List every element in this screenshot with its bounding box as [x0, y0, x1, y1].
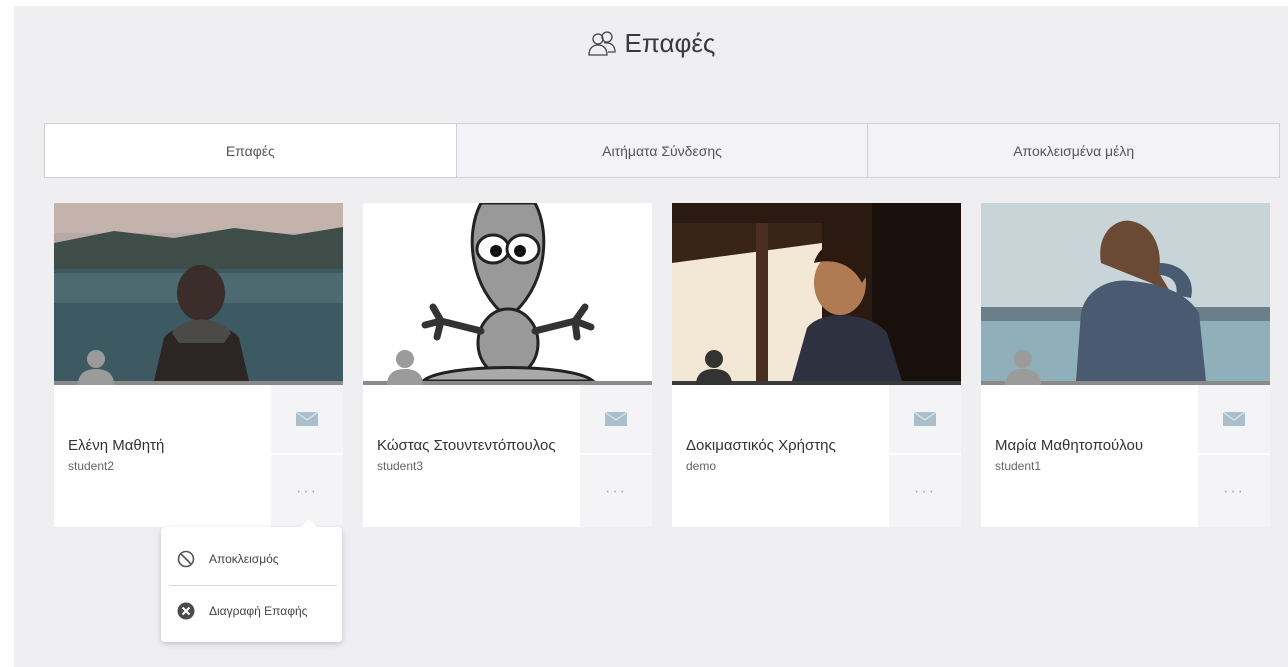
- contact-card: Μαρία Μαθητοπούλου student1 ···: [981, 203, 1270, 527]
- contact-info: Κώστας Στουντεντόπουλος student3: [363, 385, 580, 527]
- send-message-button[interactable]: [889, 385, 961, 455]
- contact-card: Κώστας Στουντεντόπουλος student3 ···: [363, 203, 652, 527]
- page-header: Επαφές: [14, 28, 1288, 59]
- contact-username: demo: [686, 459, 717, 473]
- delete-contact-label: Διαγραφή Επαφής: [209, 604, 308, 618]
- tab-bar: Επαφές Αιτήματα Σύνδεσης Αποκλεισμένα μέ…: [44, 123, 1280, 178]
- more-options-button[interactable]: ···: [580, 457, 652, 527]
- delete-contact-item[interactable]: Διαγραφή Επαφής: [161, 585, 342, 637]
- block-contact-label: Αποκλεισμός: [209, 552, 279, 566]
- page-title: Επαφές: [624, 28, 716, 58]
- block-contact-item[interactable]: Αποκλεισμός: [161, 533, 342, 585]
- contact-name[interactable]: Ελένη Μαθητή: [68, 437, 164, 454]
- avatar-icon: [78, 350, 114, 385]
- contact-info: Ελένη Μαθητή student2: [54, 385, 271, 527]
- contact-name[interactable]: Δοκιμαστικός Χρήστης: [686, 437, 836, 454]
- remove-circle-icon: [177, 602, 195, 620]
- avatar-icon: [696, 350, 732, 385]
- envelope-icon: [1223, 412, 1245, 426]
- tab-contacts[interactable]: Επαφές: [45, 124, 457, 177]
- contact-cards: Ελένη Μαθητή student2 ··· Κώστας Στουντε…: [40, 203, 1270, 533]
- tab-connection-requests[interactable]: Αιτήματα Σύνδεσης: [457, 124, 869, 177]
- avatar-icon: [387, 350, 423, 385]
- contact-username: student3: [377, 459, 424, 473]
- avatar-icon: [1005, 350, 1041, 385]
- send-message-button[interactable]: [580, 385, 652, 455]
- send-message-button[interactable]: [1198, 385, 1270, 455]
- contact-actions: ···: [271, 385, 343, 527]
- tab-blocked-members[interactable]: Αποκλεισμένα μέλη: [868, 124, 1279, 177]
- contact-actions: ···: [580, 385, 652, 527]
- envelope-icon: [605, 412, 627, 426]
- contact-actions: ···: [889, 385, 961, 527]
- contact-card: Δοκιμαστικός Χρήστης demo ···: [672, 203, 961, 527]
- contact-info: Δοκιμαστικός Χρήστης demo: [672, 385, 889, 527]
- contact-name[interactable]: Κώστας Στουντεντόπουλος: [377, 437, 556, 454]
- envelope-icon: [914, 412, 936, 426]
- send-message-button[interactable]: [271, 385, 343, 455]
- contact-username: student1: [995, 459, 1042, 473]
- block-icon: [177, 550, 195, 568]
- contact-info: Μαρία Μαθητοπούλου student1: [981, 385, 1198, 527]
- contact-username: student2: [68, 459, 115, 473]
- contact-name[interactable]: Μαρία Μαθητοπούλου: [995, 437, 1143, 454]
- more-options-button[interactable]: ···: [1198, 457, 1270, 527]
- envelope-icon: [296, 412, 318, 426]
- contacts-icon: [587, 30, 616, 56]
- more-options-button[interactable]: ···: [889, 457, 961, 527]
- contact-options-menu: Αποκλεισμός Διαγραφή Επαφής: [161, 519, 342, 642]
- contact-card: Ελένη Μαθητή student2 ···: [54, 203, 343, 527]
- contact-actions: ···: [1198, 385, 1270, 527]
- more-options-button[interactable]: ···: [271, 457, 343, 527]
